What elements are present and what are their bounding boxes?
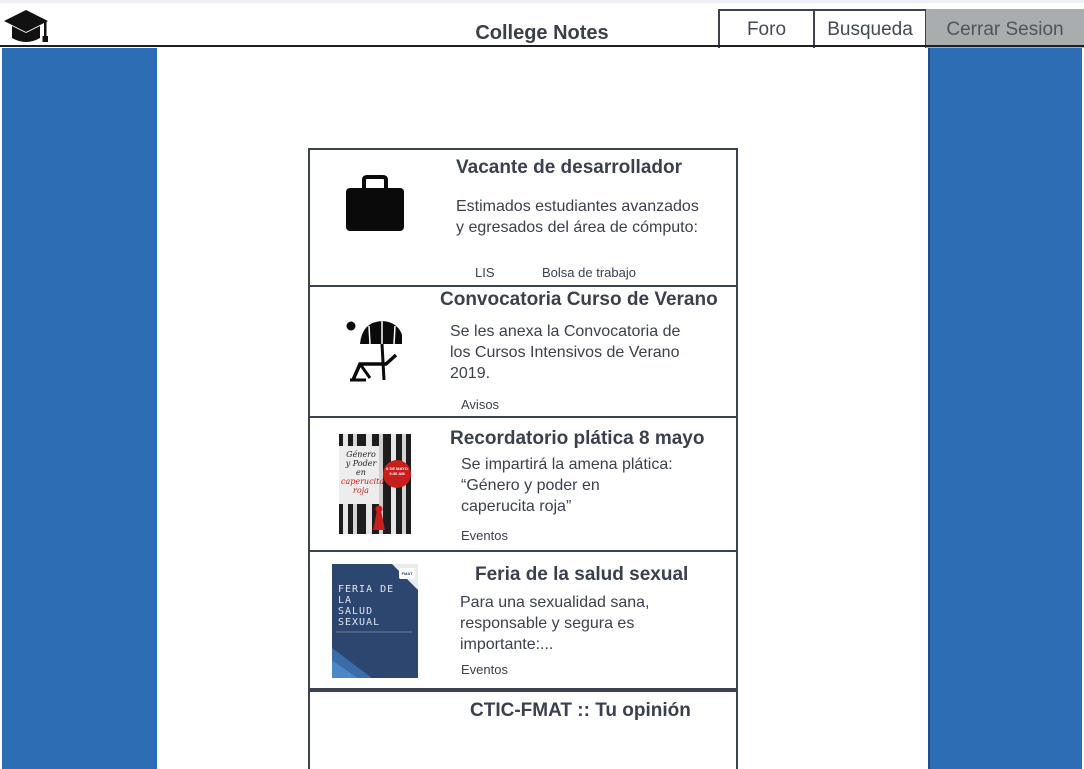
- card-title[interactable]: Vacante de desarrollador: [456, 157, 682, 179]
- card-excerpt-line: importante:...: [460, 636, 554, 653]
- card-title[interactable]: Feria de la salud sexual: [475, 564, 688, 586]
- graduation-cap-icon[interactable]: [2, 6, 50, 48]
- card-excerpt-line: y egresados del área de cómputo:: [456, 219, 698, 236]
- poster-line: FERIA DE: [338, 584, 395, 595]
- poster-line: LA: [338, 595, 353, 606]
- tag-avisos[interactable]: Avisos: [461, 397, 499, 412]
- nav-search-button[interactable]: Busqueda: [813, 9, 927, 48]
- feed-card-job-vacancy[interactable]: Vacante de desarrollador Estimados estud…: [310, 150, 736, 287]
- briefcase-icon: [344, 174, 406, 239]
- card-excerpt: Para una sexualidad sana, responsable y …: [460, 592, 649, 655]
- page: College Notes Foro Busqueda Cerrar Sesio…: [0, 0, 1084, 769]
- card-excerpt-line: Se les anexa la Convocatoria de: [450, 323, 681, 340]
- card-excerpt: Se impartirá la amena plática: “Género y…: [461, 454, 673, 517]
- news-feed: Vacante de desarrollador Estimados estud…: [308, 148, 738, 769]
- card-excerpt-line: “Género y poder en: [461, 477, 600, 494]
- poster-line: roja: [353, 486, 369, 495]
- card-excerpt: Estimados estudiantes avanzados y egresa…: [456, 196, 699, 238]
- card-title[interactable]: CTIC-FMAT :: Tu opinión: [470, 700, 691, 722]
- poster-line: en: [356, 468, 366, 477]
- card-title[interactable]: Convocatoria Curso de Verano: [440, 289, 718, 311]
- beach-umbrella-icon: [344, 317, 404, 388]
- card-excerpt-line: Para una sexualidad sana,: [460, 594, 650, 611]
- talk-poster-image[interactable]: Género y Poder en caperucita roja 8 DE M…: [339, 434, 411, 534]
- poster-text: Género y Poder en caperucita roja: [341, 450, 385, 495]
- tag-lis[interactable]: LIS: [475, 265, 495, 280]
- feed-card-talk-reminder[interactable]: Género y Poder en caperucita roja 8 DE M…: [310, 418, 736, 552]
- feed-card-summer-course[interactable]: Convocatoria Curso de Verano Se les anex…: [310, 287, 736, 418]
- card-excerpt-line: Estimados estudiantes avanzados: [456, 198, 699, 215]
- left-side-panel: [2, 48, 157, 769]
- header-divider: [0, 45, 1084, 47]
- feed-card-health-fair[interactable]: FMAT FERIA DE LA SALUD SEXUAL Feria de l…: [310, 552, 736, 690]
- poster-line: SEXUAL: [338, 617, 381, 628]
- app-title: College Notes: [475, 22, 609, 44]
- feed-card-ctic-opinion[interactable]: CTIC-FMAT :: Tu opinión: [310, 690, 736, 769]
- tag-eventos[interactable]: Eventos: [461, 528, 508, 543]
- poster-badge: FMAT: [399, 568, 415, 579]
- fair-poster-image[interactable]: FMAT FERIA DE LA SALUD SEXUAL: [332, 564, 418, 678]
- card-excerpt-line: caperucita roja”: [461, 498, 572, 515]
- nav-foro-button[interactable]: Foro: [718, 9, 815, 48]
- poster-line: caperucita: [341, 477, 385, 486]
- poster-line: SALUD: [338, 606, 374, 617]
- card-excerpt: Se les anexa la Convocatoria de los Curs…: [450, 321, 680, 384]
- poster-date: 8 DE MAYO 9:30 AM: [385, 466, 409, 476]
- tag-eventos[interactable]: Eventos: [461, 662, 508, 677]
- card-excerpt-line: 2019.: [450, 365, 491, 382]
- card-excerpt-line: responsable y segura es: [460, 615, 635, 632]
- top-bar: College Notes Foro Busqueda Cerrar Sesio…: [0, 0, 1084, 48]
- card-title[interactable]: Recordatorio plática 8 mayo: [450, 428, 704, 450]
- tag-bolsa-de-trabajo[interactable]: Bolsa de trabajo: [542, 265, 636, 280]
- poster-line: 9:30 AM: [389, 471, 405, 476]
- card-excerpt-line: los Cursos Intensivos de Verano: [450, 344, 680, 361]
- poster-text: FERIA DE LA SALUD SEXUAL: [338, 584, 394, 628]
- poster-line: Género: [346, 450, 376, 459]
- logout-button[interactable]: Cerrar Sesion: [926, 9, 1084, 48]
- poster-line: y Poder: [345, 459, 377, 468]
- right-side-panel: [928, 48, 1082, 769]
- card-excerpt-line: Se impartirá la amena plática:: [461, 456, 673, 473]
